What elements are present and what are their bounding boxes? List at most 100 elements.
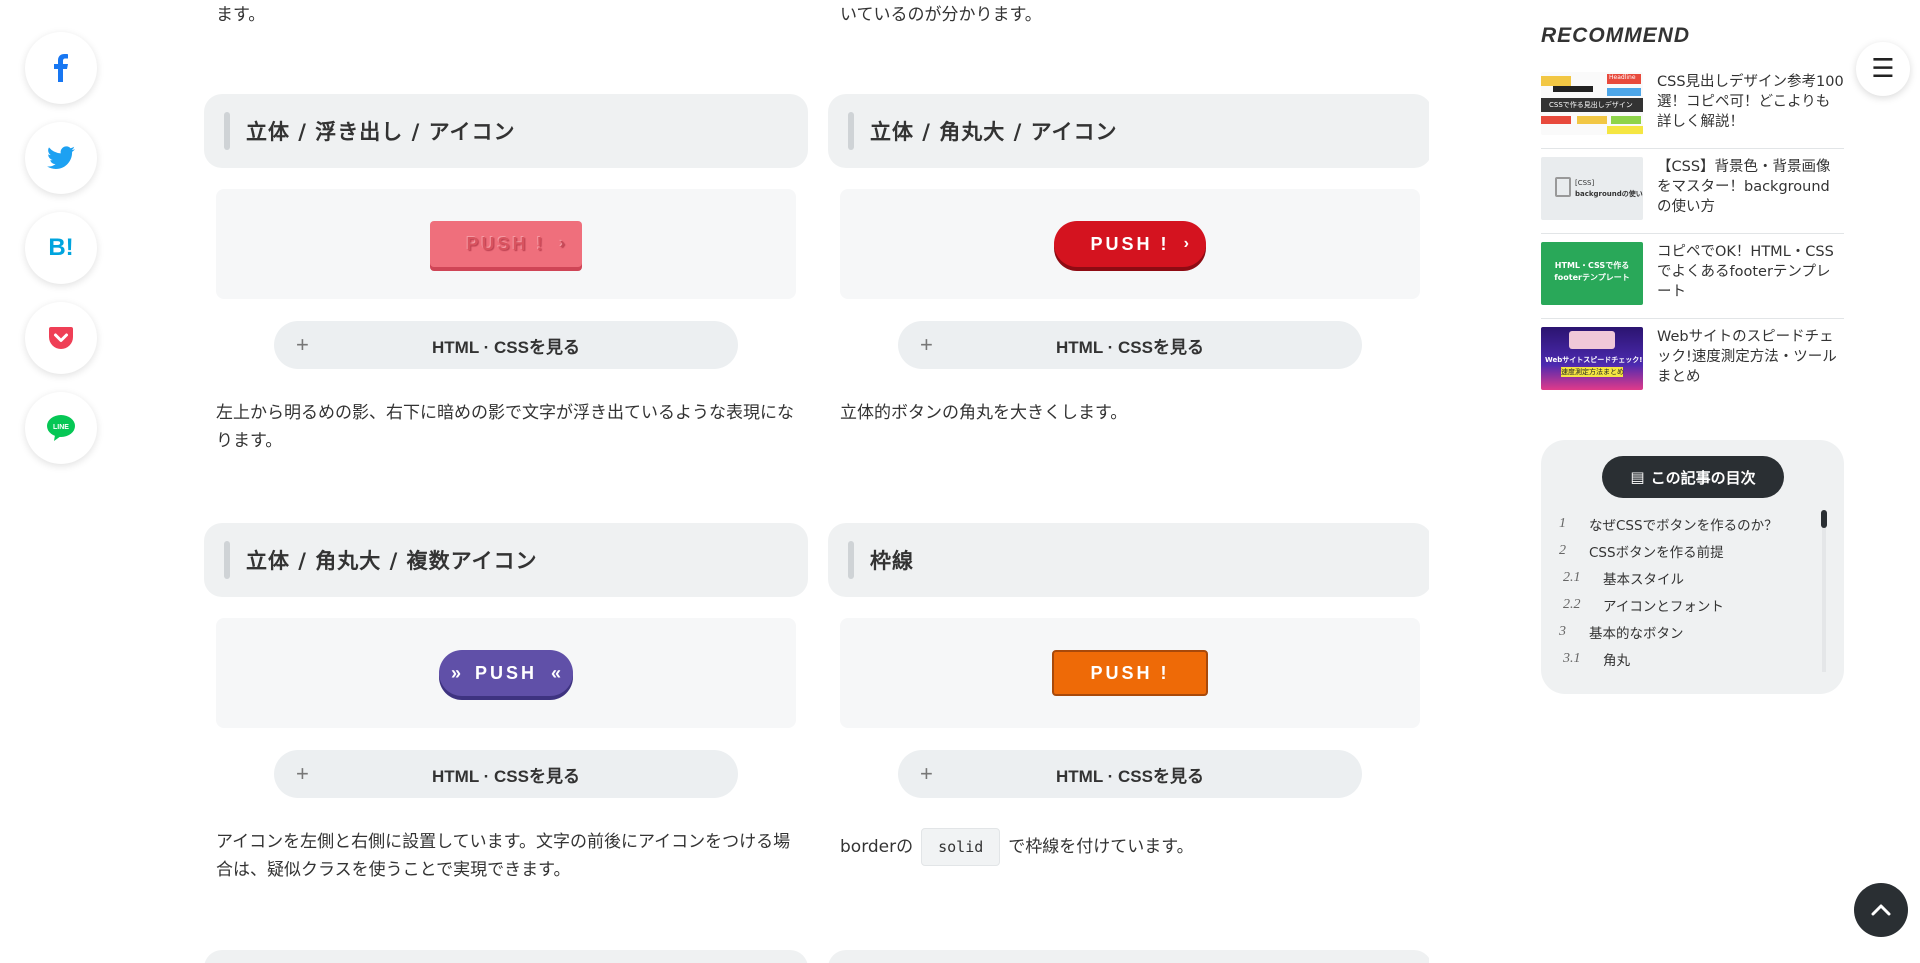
recommend-item[interactable]: [CSS] backgroundの使い方 【CSS】背景色・背景画像をマスター！… [1541, 157, 1844, 234]
toc-item[interactable]: 2.1 基本スタイル [1559, 564, 1819, 591]
twitter-icon [47, 146, 75, 169]
card-description: 左上から明るめの影、右下に暗めの影で文字が浮き出ているような表現になります。 [216, 403, 794, 451]
toc-link: CSSボタンを作る前提 [1589, 544, 1724, 561]
intro-text-left: ます。 [216, 5, 266, 25]
heading-accent-bar [848, 541, 854, 579]
facebook-icon [54, 54, 68, 82]
thumbnail-text: HTML・CSSで作るfooterテンプレート [1554, 261, 1630, 282]
card-heading: 立体 / 浮き出し / アイコン [204, 94, 808, 168]
recommend-item-title: Webサイトのスピードチェック!速度測定方法・ツールまとめ [1657, 329, 1837, 385]
plus-icon: + [296, 332, 309, 357]
card-heading: 枠線 [828, 523, 1429, 597]
thumbnail-text: Webサイトスピードチェック! [1545, 356, 1643, 364]
recommend-list: Headline CSSで作る見出しデザイン CSS見出しデザイン参考100選！… [1541, 72, 1844, 411]
pocket-save-button[interactable] [25, 302, 97, 374]
toc-title[interactable]: ▤ この記事の目次 [1602, 456, 1784, 498]
description-text: で枠線を付けています。 [1008, 837, 1194, 857]
view-code-button[interactable]: + HTML · CSSを見る [274, 321, 738, 369]
card-title: 立体 / 角丸大 / アイコン [870, 120, 1118, 144]
view-code-label: HTML · CSSを見る [432, 337, 580, 357]
toc-number: 3 [1559, 623, 1566, 639]
view-code-button[interactable]: + HTML · CSSを見る [898, 321, 1362, 369]
heading-accent-bar [224, 112, 230, 150]
view-code-label: HTML · CSSを見る [1056, 337, 1204, 357]
toc-link: 基本スタイル [1603, 571, 1684, 588]
thumbnail-text: CSSで作る見出しデザイン [1549, 101, 1633, 109]
double-chevron-right-icon: » [451, 662, 462, 683]
push-button-double-icon[interactable]: » PUSH « [439, 650, 573, 696]
button-sample-card: 立体 / 浮き出し / アイコン PUSH ! › + HTML · CSSを見… [204, 94, 808, 455]
recommend-item[interactable]: Webサイトスピードチェック! 速度測定方法まとめ Webサイトのスピードチェッ… [1541, 327, 1844, 403]
recommend-item-title: 【CSS】背景色・背景画像をマスター！backgroundの使い方 [1657, 159, 1831, 215]
thumbnail-text: [CSS] [1575, 179, 1595, 187]
toc-item[interactable]: 2.2 アイコンとフォント [1559, 591, 1819, 618]
toc-number: 3.1 [1563, 650, 1581, 666]
button-sample-card: 枠線 PUSH ! + HTML · CSSを見る borderの solid で枠… [828, 523, 1429, 866]
recommend-item-title: CSS見出しデザイン参考100選！コピペ可！どこよりも詳しく解説！ [1657, 74, 1844, 130]
card-title: 立体 / 角丸大 / 複数アイコン [246, 549, 538, 573]
toc-item[interactable]: 3.1 角丸 [1559, 645, 1819, 672]
toc-item[interactable]: 3 基本的なボタン [1559, 618, 1819, 645]
push-button-border[interactable]: PUSH ! [1052, 650, 1208, 696]
card-description: アイコンを左側と右側に設置しています。文字の前後にアイコンをつける場合は、疑似ク… [216, 832, 791, 880]
back-to-top-button[interactable] [1854, 883, 1908, 937]
chevron-right-icon: › [1183, 235, 1192, 252]
toc-scrollbar-thumb[interactable] [1821, 510, 1827, 528]
push-button-emboss[interactable]: PUSH ! › [430, 221, 582, 267]
toc-item[interactable]: 1 なぜCSSでボタンを作るのか？ [1559, 510, 1819, 537]
plus-icon: + [920, 332, 933, 357]
line-share-button[interactable]: LINE [25, 392, 97, 464]
svg-text:LINE: LINE [53, 424, 69, 431]
inline-code: solid [921, 828, 1001, 866]
toc-link: アイコンとフォント [1603, 598, 1724, 615]
button-demo-area: PUSH ! › [840, 189, 1420, 299]
double-chevron-left-icon: « [550, 662, 561, 683]
toc-title-label: この記事の目次 [1650, 468, 1756, 487]
document-icon: ▤ [1630, 468, 1645, 486]
recommend-item[interactable]: HTML・CSSで作るfooterテンプレート コピペでOK！HTML・CSSで… [1541, 242, 1844, 319]
card-title: 立体 / 浮き出し / アイコン [246, 120, 516, 144]
card-heading: 立体 / 角丸大 / アイコン [828, 94, 1429, 168]
button-sample-card: 立体 / 角丸大 / アイコン PUSH ! › + HTML · CSSを見る… [828, 94, 1429, 427]
toc-scrollbar[interactable] [1821, 510, 1827, 672]
view-code-button[interactable]: + HTML · CSSを見る [274, 750, 738, 798]
view-code-label: HTML · CSSを見る [1056, 766, 1204, 786]
toc-item[interactable]: 2 CSSボタンを作る前提 [1559, 537, 1819, 564]
view-code-label: HTML · CSSを見る [432, 766, 580, 786]
card-description: 立体的ボタンの角丸を大きくします。 [840, 403, 1128, 423]
recommend-item[interactable]: Headline CSSで作る見出しデザイン CSS見出しデザイン参考100選！… [1541, 72, 1844, 149]
hatena-bookmark-button[interactable]: B! [25, 212, 97, 284]
push-button-label: PUSH ! [466, 233, 546, 254]
intro-text-right: いているのが分かります。 [840, 5, 1042, 25]
heading-accent-bar [224, 541, 230, 579]
article-thumbnail: [CSS] backgroundの使い方 [1541, 157, 1643, 220]
description-text: borderの [840, 837, 914, 857]
push-button-rounded[interactable]: PUSH ! › [1054, 221, 1206, 267]
card-title: 枠線 [870, 549, 914, 573]
toc-link: 角丸 [1603, 652, 1630, 669]
toc-link: なぜCSSでボタンを作るのか？ [1589, 517, 1778, 534]
button-demo-area: » PUSH « [216, 618, 796, 728]
thumbnail-text: backgroundの使い方 [1575, 190, 1643, 198]
chevron-right-icon: › [559, 235, 568, 252]
toc-number: 2.2 [1563, 596, 1581, 612]
menu-button[interactable]: ☰ [1856, 42, 1910, 96]
line-icon: LINE [47, 415, 75, 441]
next-card-heading [204, 950, 808, 963]
article-content: ます。 いているのが分かります。 立体 / 浮き出し / アイコン PUSH !… [204, 0, 1429, 963]
twitter-share-button[interactable] [25, 122, 97, 194]
button-sample-card: 立体 / 角丸大 / 複数アイコン » PUSH « + HTML · CSSを… [204, 523, 808, 884]
toc-number: 2 [1559, 542, 1566, 558]
heading-accent-bar [848, 112, 854, 150]
push-button-label: PUSH ! [1090, 233, 1170, 254]
view-code-button[interactable]: + HTML · CSSを見る [898, 750, 1362, 798]
button-demo-area: PUSH ! › [216, 189, 796, 299]
facebook-share-button[interactable] [25, 32, 97, 104]
toc-number: 1 [1559, 515, 1566, 531]
article-thumbnail: HTML・CSSで作るfooterテンプレート [1541, 242, 1643, 305]
toc-link: 基本的なボタン [1589, 625, 1684, 642]
thumbnail-text: Headline [1609, 74, 1636, 81]
button-demo-area: PUSH ! [840, 618, 1420, 728]
recommend-item-title: コピペでOK！HTML・CSSでよくあるfooterテンプレート [1657, 244, 1834, 300]
article-thumbnail: Headline CSSで作る見出しデザイン [1541, 72, 1643, 135]
